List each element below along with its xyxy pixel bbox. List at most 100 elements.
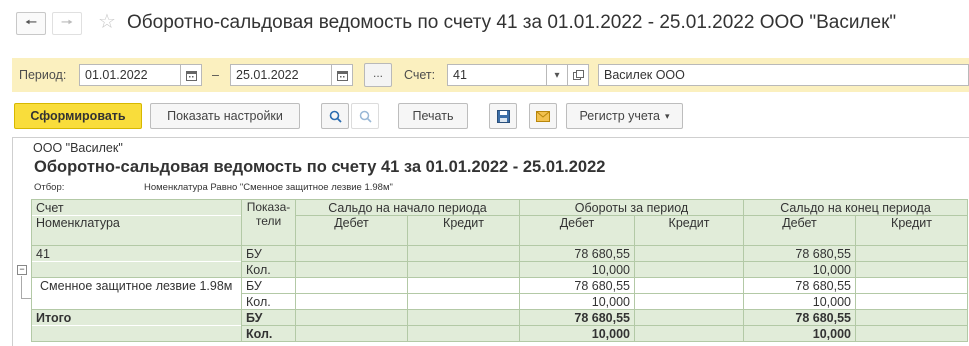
- total-row[interactable]: Кол. 10,000 10,000: [31, 325, 968, 342]
- chevron-down-icon: ▾: [665, 110, 670, 121]
- report-title: Оборотно-сальдовая ведомость по счету 41…: [34, 158, 606, 176]
- row-name: Сменное защитное лезвие 1.98м: [31, 277, 242, 294]
- closing-debit: 10,000: [743, 261, 856, 278]
- table-row[interactable]: Сменное защитное лезвие 1.98м БУ 78 680,…: [31, 277, 968, 294]
- header-credit: Кредит: [855, 215, 968, 246]
- window-title: Оборотно-сальдовая ведомость по счету 41…: [127, 12, 897, 33]
- closing-debit: 10,000: [743, 293, 856, 310]
- date-to-field[interactable]: 25.01.2022: [230, 64, 332, 86]
- selection-value: Номенклатура Равно "Сменное защитное лез…: [144, 182, 393, 193]
- row-name: 41: [31, 245, 242, 262]
- row-name: Итого: [31, 309, 242, 326]
- closing-credit: [855, 245, 968, 262]
- opening-debit: [295, 293, 408, 310]
- table-row[interactable]: 41 БУ 78 680,55 78 680,55: [31, 245, 968, 262]
- date-from-field[interactable]: 01.01.2022: [79, 64, 181, 86]
- closing-credit: [855, 309, 968, 326]
- account-label: Счет:: [404, 68, 436, 82]
- opening-credit: [407, 277, 520, 294]
- header-account: Счет: [31, 199, 242, 216]
- generate-button[interactable]: Сформировать: [14, 103, 142, 129]
- header-credit: Кредит: [634, 215, 744, 246]
- header-closing: Сальдо на конец периода: [743, 199, 968, 216]
- save-button[interactable]: [489, 103, 517, 129]
- turnover-debit: 10,000: [519, 261, 635, 278]
- closing-credit: [855, 261, 968, 278]
- back-button[interactable]: 🠔: [16, 12, 46, 35]
- report-table: Счет Показа-тели Сальдо на начало период…: [31, 199, 968, 342]
- search-icon: [329, 110, 342, 123]
- total-row[interactable]: Итого БУ 78 680,55 78 680,55: [31, 309, 968, 326]
- header-opening: Сальдо на начало периода: [295, 199, 520, 216]
- header-nomenclature: Номенклатура: [31, 215, 242, 246]
- row-name: [31, 261, 242, 278]
- opening-debit: [295, 325, 408, 342]
- table-header-row: Счет Показа-тели Сальдо на начало период…: [31, 199, 968, 246]
- filter-bar: Период: 01.01.2022 – 25.01.2022 ... Счет…: [12, 58, 969, 92]
- report-organization: ООО "Василек": [33, 141, 123, 155]
- organization-field[interactable]: Василек ООО: [598, 64, 969, 86]
- register-button-label: Регистр учета: [579, 109, 660, 123]
- closing-debit: 78 680,55: [743, 245, 856, 262]
- show-settings-button[interactable]: Показать настройки: [150, 103, 300, 129]
- report-area: ООО "Василек" Оборотно-сальдовая ведомос…: [12, 137, 969, 346]
- search-next-button[interactable]: [351, 103, 379, 129]
- opening-credit: [407, 293, 520, 310]
- turnover-debit: 10,000: [519, 293, 635, 310]
- turnover-credit: [634, 309, 744, 326]
- row-name: [31, 325, 242, 342]
- table-row[interactable]: Кол. 10,000 10,000: [31, 293, 968, 310]
- header-debit: Дебет: [295, 215, 408, 246]
- header-debit: Дебет: [743, 215, 856, 246]
- closing-debit: 78 680,55: [743, 309, 856, 326]
- turnover-credit: [634, 261, 744, 278]
- title-bar: 🠔 🠖 ☆ Оборотно-сальдовая ведомость по сч…: [0, 0, 969, 50]
- group-outline-line: [21, 298, 31, 299]
- save-icon: [496, 109, 510, 123]
- forward-button[interactable]: 🠖: [52, 12, 82, 35]
- register-dropdown-button[interactable]: Регистр учета ▾: [566, 103, 683, 129]
- row-indicator: БУ: [241, 309, 296, 326]
- row-indicator: Кол.: [241, 325, 296, 342]
- selection-label: Отбор:: [34, 182, 65, 193]
- calendar-icon: [185, 70, 197, 81]
- header-indicators: Показа-тели: [241, 199, 296, 246]
- closing-credit: [855, 293, 968, 310]
- calendar-from-button[interactable]: [180, 64, 202, 86]
- opening-credit: [407, 325, 520, 342]
- period-label: Период:: [19, 68, 67, 82]
- turnover-debit: 78 680,55: [519, 277, 635, 294]
- open-link-icon: [572, 69, 584, 80]
- closing-credit: [855, 325, 968, 342]
- account-dropdown-button[interactable]: ▾: [546, 64, 568, 86]
- table-row[interactable]: Кол. 10,000 10,000: [31, 261, 968, 278]
- period-dash: –: [212, 68, 219, 82]
- header-debit: Дебет: [519, 215, 635, 246]
- calendar-to-button[interactable]: [331, 64, 353, 86]
- group-outline-line: [21, 276, 22, 299]
- opening-credit: [407, 245, 520, 262]
- group-collapse-toggle[interactable]: −: [17, 265, 27, 275]
- favorite-star-icon[interactable]: ☆: [98, 9, 116, 34]
- search-button[interactable]: [321, 103, 349, 129]
- table-header-row: Номенклатура Дебет Кредит Дебет Кредит Д…: [31, 215, 968, 246]
- chevron-down-icon: ▾: [554, 69, 560, 81]
- period-select-button[interactable]: ...: [364, 63, 392, 87]
- opening-credit: [407, 261, 520, 278]
- account-field[interactable]: 41: [447, 64, 547, 86]
- print-button[interactable]: Печать: [398, 103, 468, 129]
- closing-debit: 78 680,55: [743, 277, 856, 294]
- calendar-icon: [336, 70, 348, 81]
- row-name: [31, 293, 242, 310]
- opening-debit: [295, 277, 408, 294]
- header-indicators-line1: Показа-: [246, 200, 291, 215]
- row-indicator: БУ: [241, 277, 296, 294]
- header-turnover: Обороты за период: [519, 199, 744, 216]
- email-button[interactable]: [529, 103, 557, 129]
- search-next-icon: [359, 110, 372, 123]
- opening-credit: [407, 309, 520, 326]
- account-open-button[interactable]: [567, 64, 589, 86]
- closing-credit: [855, 277, 968, 294]
- header-credit: Кредит: [407, 215, 520, 246]
- turnover-credit: [634, 277, 744, 294]
